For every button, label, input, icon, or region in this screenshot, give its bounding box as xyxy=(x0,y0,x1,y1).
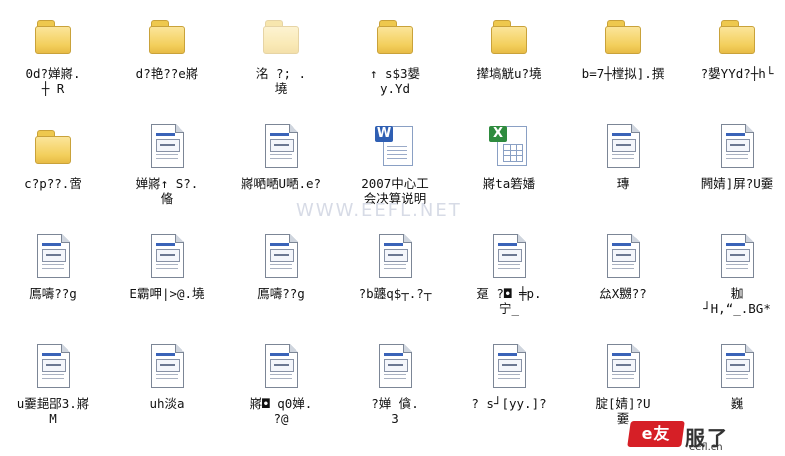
file-label: 嶈◘ q0婵. ?@ xyxy=(249,396,313,426)
folder-icon xyxy=(489,14,529,60)
document-icon xyxy=(147,124,187,170)
file-item[interactable]: ?b躔q$┬.?┬ xyxy=(346,234,444,342)
file-label: 瑼 xyxy=(616,176,630,191)
file-label: ?嫢YYd?┼h└ xyxy=(700,66,774,81)
file-item[interactable]: c?p??.啻 xyxy=(4,124,102,232)
file-item[interactable]: ↑ s$3嫢 y.Yd xyxy=(346,14,444,122)
file-item[interactable]: 0d?婵嶈. ┼ R xyxy=(4,14,102,122)
document-icon xyxy=(147,234,187,280)
file-label: u嫑郌郘3.嶈 M xyxy=(16,396,90,426)
file-label: 嶈ta箬嬏 xyxy=(482,176,536,191)
file-label: ↑ s$3嫢 y.Yd xyxy=(369,66,421,96)
file-label: d?艳??e嶈 xyxy=(135,66,199,81)
file-item[interactable]: 鳫嚋??g xyxy=(232,234,330,342)
document-icon xyxy=(375,344,415,390)
file-item[interactable]: X 嶈ta箬嬏 xyxy=(460,124,558,232)
document-icon xyxy=(375,234,415,280)
file-label: 鳫嚋??g xyxy=(29,286,77,301)
file-item[interactable]: W 2007中心工 会决算说明 xyxy=(346,124,444,232)
excel-document-icon: X xyxy=(489,124,529,170)
file-label: 鳫嚋??g xyxy=(257,286,305,301)
file-label: 闁婧]屏?U嫑 xyxy=(700,176,774,191)
file-label: 2007中心工 会决算说明 xyxy=(361,176,429,206)
file-item[interactable]: 厽X嬲?? xyxy=(574,234,672,342)
file-item[interactable]: ?嫢YYd?┼h└ xyxy=(688,14,785,122)
file-item[interactable]: 瑼 xyxy=(574,124,672,232)
file-item[interactable]: 婵嶈↑ S?. 偹 xyxy=(118,124,216,232)
file-item[interactable]: 趸 ?◘ ╪p. 宁_ xyxy=(460,234,558,342)
document-icon xyxy=(33,344,73,390)
folder-icon xyxy=(375,14,415,60)
document-icon xyxy=(33,234,73,280)
folder-icon xyxy=(147,14,187,60)
folder-icon xyxy=(261,14,301,60)
document-icon xyxy=(603,344,643,390)
folder-icon xyxy=(717,14,757,60)
file-label: 撵塙觥u?墝 xyxy=(476,66,542,81)
file-item[interactable]: 嶈◘ q0婵. ?@ xyxy=(232,344,330,452)
document-icon xyxy=(489,234,529,280)
file-label: ?婵 僋. 3 xyxy=(371,396,419,426)
folder-icon xyxy=(33,14,73,60)
file-item[interactable]: b=7┼樘拟].撰 xyxy=(574,14,672,122)
file-item[interactable]: 闁婧]屏?U嫑 xyxy=(688,124,785,232)
document-icon xyxy=(717,234,757,280)
file-label: ?b躔q$┬.?┬ xyxy=(358,286,432,301)
file-item[interactable]: 撵塙觥u?墝 xyxy=(460,14,558,122)
document-icon xyxy=(603,234,643,280)
document-icon xyxy=(147,344,187,390)
file-item[interactable]: ?婵 僋. 3 xyxy=(346,344,444,452)
file-label: 洺 ?; . 墝 xyxy=(255,66,307,96)
file-item[interactable]: 鳫嚋??g xyxy=(4,234,102,342)
document-icon xyxy=(603,124,643,170)
document-icon xyxy=(261,124,301,170)
brand-stamp-text: e友 xyxy=(641,424,671,443)
brand-stamp: e友 xyxy=(627,421,685,447)
brand-logo: e友 服了 eefl.cn xyxy=(619,420,779,454)
file-label: 趸 ?◘ ╪p. 宁_ xyxy=(476,286,542,316)
file-item[interactable]: uh淡a xyxy=(118,344,216,452)
file-label: 耞 ┘H,“_.BG* xyxy=(703,286,771,316)
file-label: 嶈嗮嗮U嗮.e? xyxy=(240,176,322,191)
file-label: 婵嶈↑ S?. 偹 xyxy=(135,176,199,206)
document-icon xyxy=(489,344,529,390)
document-icon xyxy=(717,344,757,390)
document-icon xyxy=(717,124,757,170)
file-label: 厽X嬲?? xyxy=(599,286,647,301)
file-label: 巍 xyxy=(730,396,744,411)
brand-domain: eefl.cn xyxy=(689,442,723,453)
file-item[interactable]: u嫑郌郘3.嶈 M xyxy=(4,344,102,452)
file-item[interactable]: E霸呷|>@.墝 xyxy=(118,234,216,342)
file-label: 0d?婵嶈. ┼ R xyxy=(25,66,81,96)
file-label: uh淡a xyxy=(149,396,185,411)
file-label: c?p??.啻 xyxy=(24,176,82,191)
file-item[interactable]: 耞 ┘H,“_.BG* xyxy=(688,234,785,342)
document-icon xyxy=(261,234,301,280)
file-label: ? s┘[yy.]? xyxy=(471,396,547,411)
file-item[interactable]: 洺 ?; . 墝 xyxy=(232,14,330,122)
folder-icon xyxy=(603,14,643,60)
file-item[interactable]: 嶈嗮嗮U嗮.e? xyxy=(232,124,330,232)
file-label: b=7┼樘拟].撰 xyxy=(581,66,665,81)
file-item[interactable]: d?艳??e嶈 xyxy=(118,14,216,122)
document-icon xyxy=(261,344,301,390)
file-item[interactable]: ? s┘[yy.]? xyxy=(460,344,558,452)
word-document-icon: W xyxy=(375,124,415,170)
folder-icon xyxy=(33,124,73,170)
file-label: E霸呷|>@.墝 xyxy=(129,286,205,301)
